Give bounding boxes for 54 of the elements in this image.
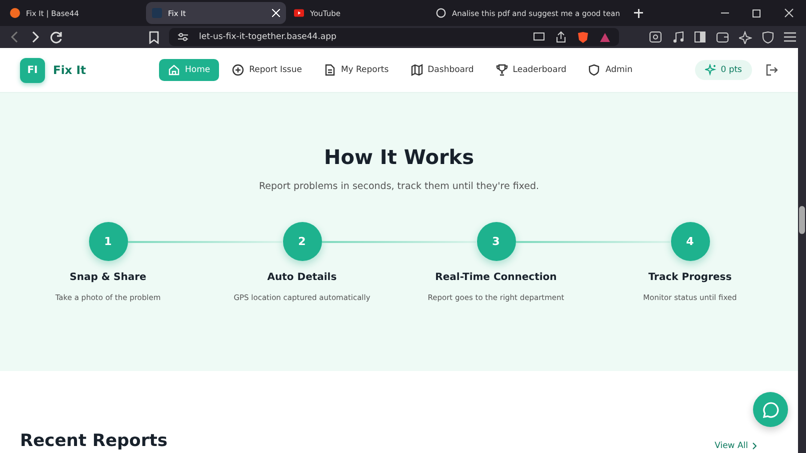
sidebar-icon[interactable] [694, 31, 706, 43]
chat-button[interactable] [753, 392, 788, 427]
nav-item[interactable]: Admin [579, 59, 642, 81]
step-title: Auto Details [267, 272, 337, 283]
restore-icon[interactable] [752, 8, 762, 18]
screenshot-icon[interactable] [649, 31, 662, 43]
step-number: 3 [476, 222, 516, 261]
points-badge[interactable]: 0 pts [694, 60, 752, 80]
logout-icon[interactable] [766, 64, 778, 76]
nav-item[interactable]: Leaderboard [486, 59, 576, 81]
sparkle-icon[interactable] [739, 30, 752, 44]
menu-icon[interactable] [784, 32, 796, 42]
close-icon[interactable] [272, 9, 280, 17]
section-subtitle: Report problems in seconds, track them until they're fixed. [258, 181, 540, 192]
step-number: 2 [282, 222, 322, 261]
shield-icon [588, 64, 600, 76]
music-icon[interactable] [672, 31, 684, 43]
share-icon[interactable] [555, 31, 567, 43]
lion-shield-icon[interactable] [577, 30, 589, 44]
speech-bubble-icon [762, 400, 780, 418]
shield-icon[interactable] [762, 30, 774, 44]
cast-icon[interactable] [533, 32, 545, 42]
nav-item[interactable]: Dashboard [402, 59, 483, 81]
step-number: 4 [670, 222, 710, 261]
nav-item[interactable]: Report Issue [223, 59, 311, 81]
close-icon[interactable] [784, 8, 794, 18]
back-icon[interactable] [10, 31, 20, 43]
site-icon [152, 8, 162, 18]
scrollbar[interactable] [798, 48, 806, 453]
section-title: Recent Reports [20, 431, 168, 451]
site-icon [10, 8, 20, 18]
step-title: Snap & Share [70, 272, 146, 283]
view-all-link[interactable]: View All [714, 441, 748, 451]
nav-item[interactable]: My Reports [314, 59, 398, 81]
step-title: Track Progress [648, 272, 732, 283]
bookmark-icon[interactable] [149, 30, 159, 44]
step-number: 1 [88, 222, 128, 261]
section-title: How It Works [324, 145, 474, 169]
chevron-icon [752, 442, 758, 450]
triangle-icon[interactable] [599, 32, 611, 42]
address-bar[interactable]: let-us-fix-it-together.base44.app [169, 28, 619, 46]
step-title: Real-Time Connection [435, 272, 557, 283]
reload-icon[interactable] [50, 30, 63, 44]
plus-circle-icon [232, 64, 244, 76]
house-icon [168, 64, 180, 76]
sliders-icon[interactable] [177, 32, 189, 42]
app-name[interactable]: Fix It [53, 63, 86, 77]
trophy-icon [496, 64, 508, 76]
play-icon [294, 8, 304, 18]
map-icon [410, 64, 423, 76]
forward-icon[interactable] [30, 31, 40, 43]
wallet-icon[interactable] [716, 31, 729, 43]
document-icon [324, 64, 336, 76]
site-icon [436, 8, 446, 18]
